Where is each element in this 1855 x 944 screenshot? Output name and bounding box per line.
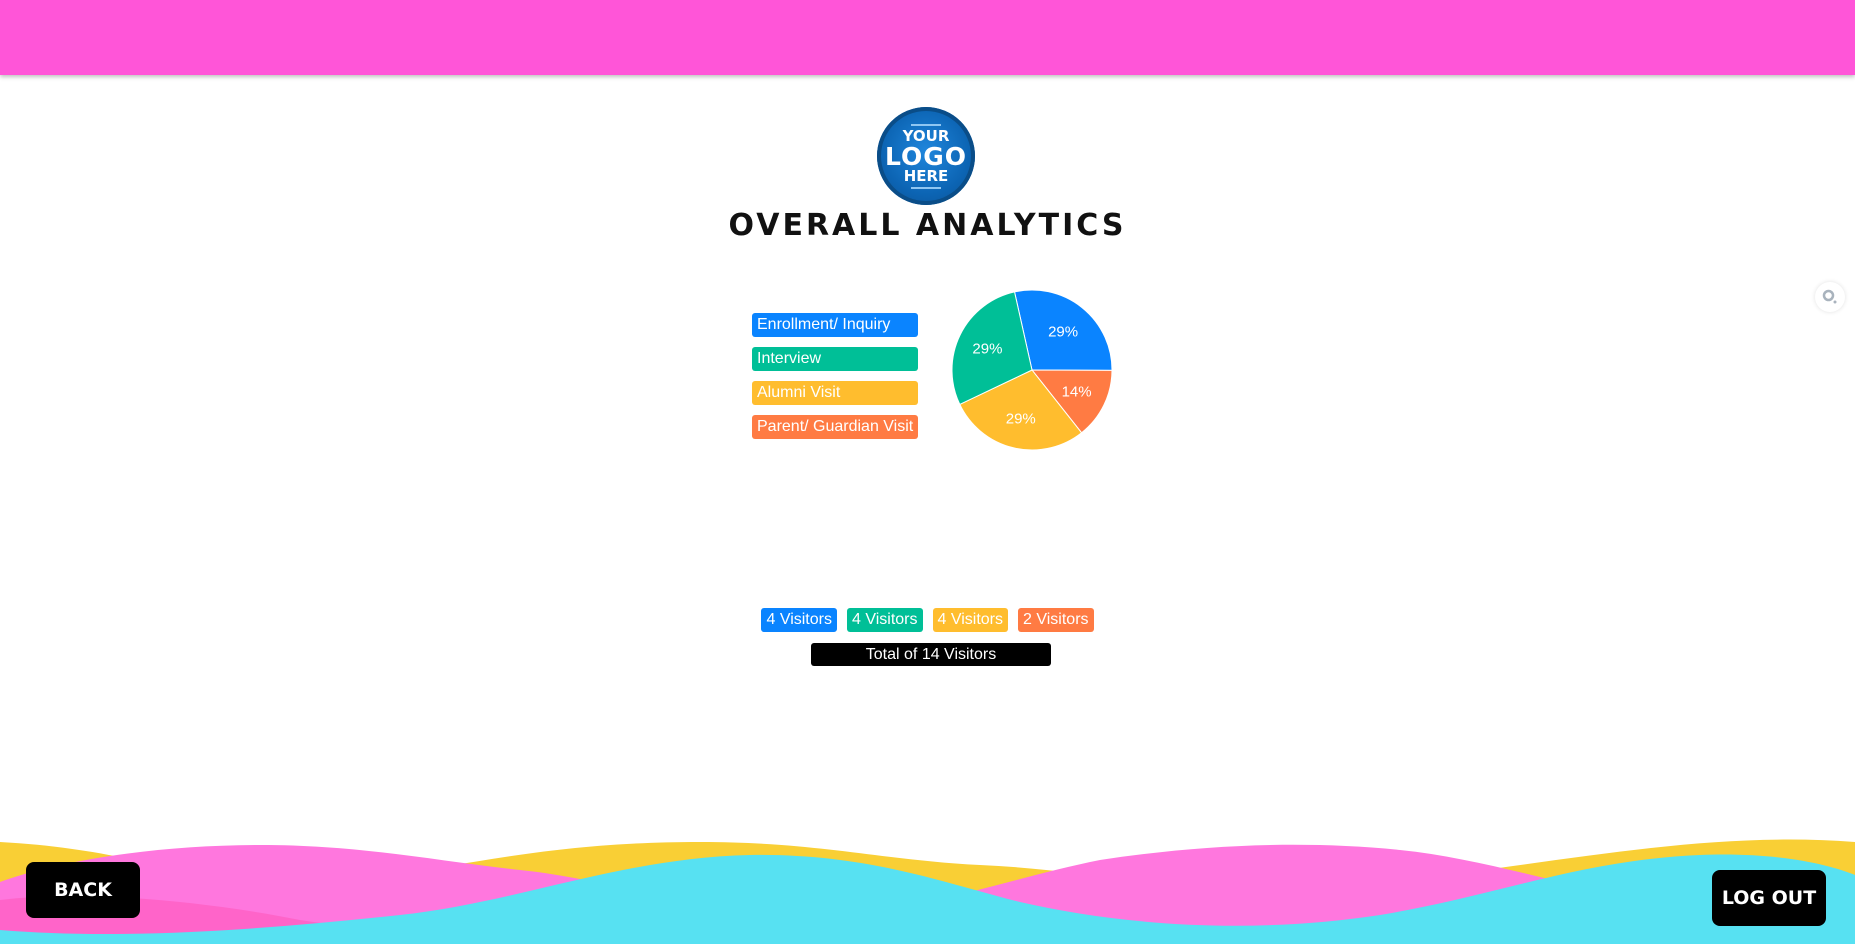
logo-line-3: HERE: [903, 166, 949, 185]
header-bar: [0, 0, 1855, 75]
pie-label-interview: 29%: [972, 340, 1002, 357]
pie-label-parent-guardian-visit: 14%: [1062, 384, 1092, 401]
count-badge-enrollment: 4 Visitors: [761, 608, 837, 632]
school-logo: YOUR LOGO HERE: [877, 107, 975, 205]
legend-item-enrollment: Enrollment/ Inquiry: [752, 313, 918, 337]
search-icon-glyph: [1822, 289, 1837, 304]
count-badge-interview: 4 Visitors: [846, 608, 923, 632]
total-visitors: Total of 14 Visitors: [811, 643, 1051, 666]
logo-bar-top: [911, 123, 941, 126]
decorative-waves: [0, 839, 1855, 944]
count-badge-parent-guardian-visit: 2 Visitors: [1018, 608, 1094, 632]
logo-line-2: LOGO: [884, 141, 968, 171]
visitor-counts: 4 Visitors 4 Visitors 4 Visitors 2 Visit…: [0, 608, 1855, 632]
logout-button[interactable]: LOG OUT: [1712, 870, 1826, 926]
legend-item-alumni-visit: Alumni Visit: [752, 381, 918, 405]
page-title: OVERALL ANALYTICS: [728, 208, 1127, 243]
count-badge-alumni-visit: 4 Visitors: [932, 608, 1009, 632]
chart-legend: Enrollment/ Inquiry Interview Alumni Vis…: [752, 313, 918, 449]
pie-label-alumni-visit: 29%: [1006, 410, 1036, 427]
logo-bar-bottom: [911, 186, 941, 189]
back-button[interactable]: BACK: [26, 862, 140, 918]
search-icon[interactable]: [1815, 282, 1845, 312]
pie-label-enrollment: 29%: [1048, 323, 1078, 340]
visitor-pie-chart: 29% 14% 29% 29%: [951, 289, 1113, 451]
legend-item-interview: Interview: [752, 347, 918, 371]
legend-item-parent-guardian-visit: Parent/ Guardian Visit: [752, 415, 918, 439]
